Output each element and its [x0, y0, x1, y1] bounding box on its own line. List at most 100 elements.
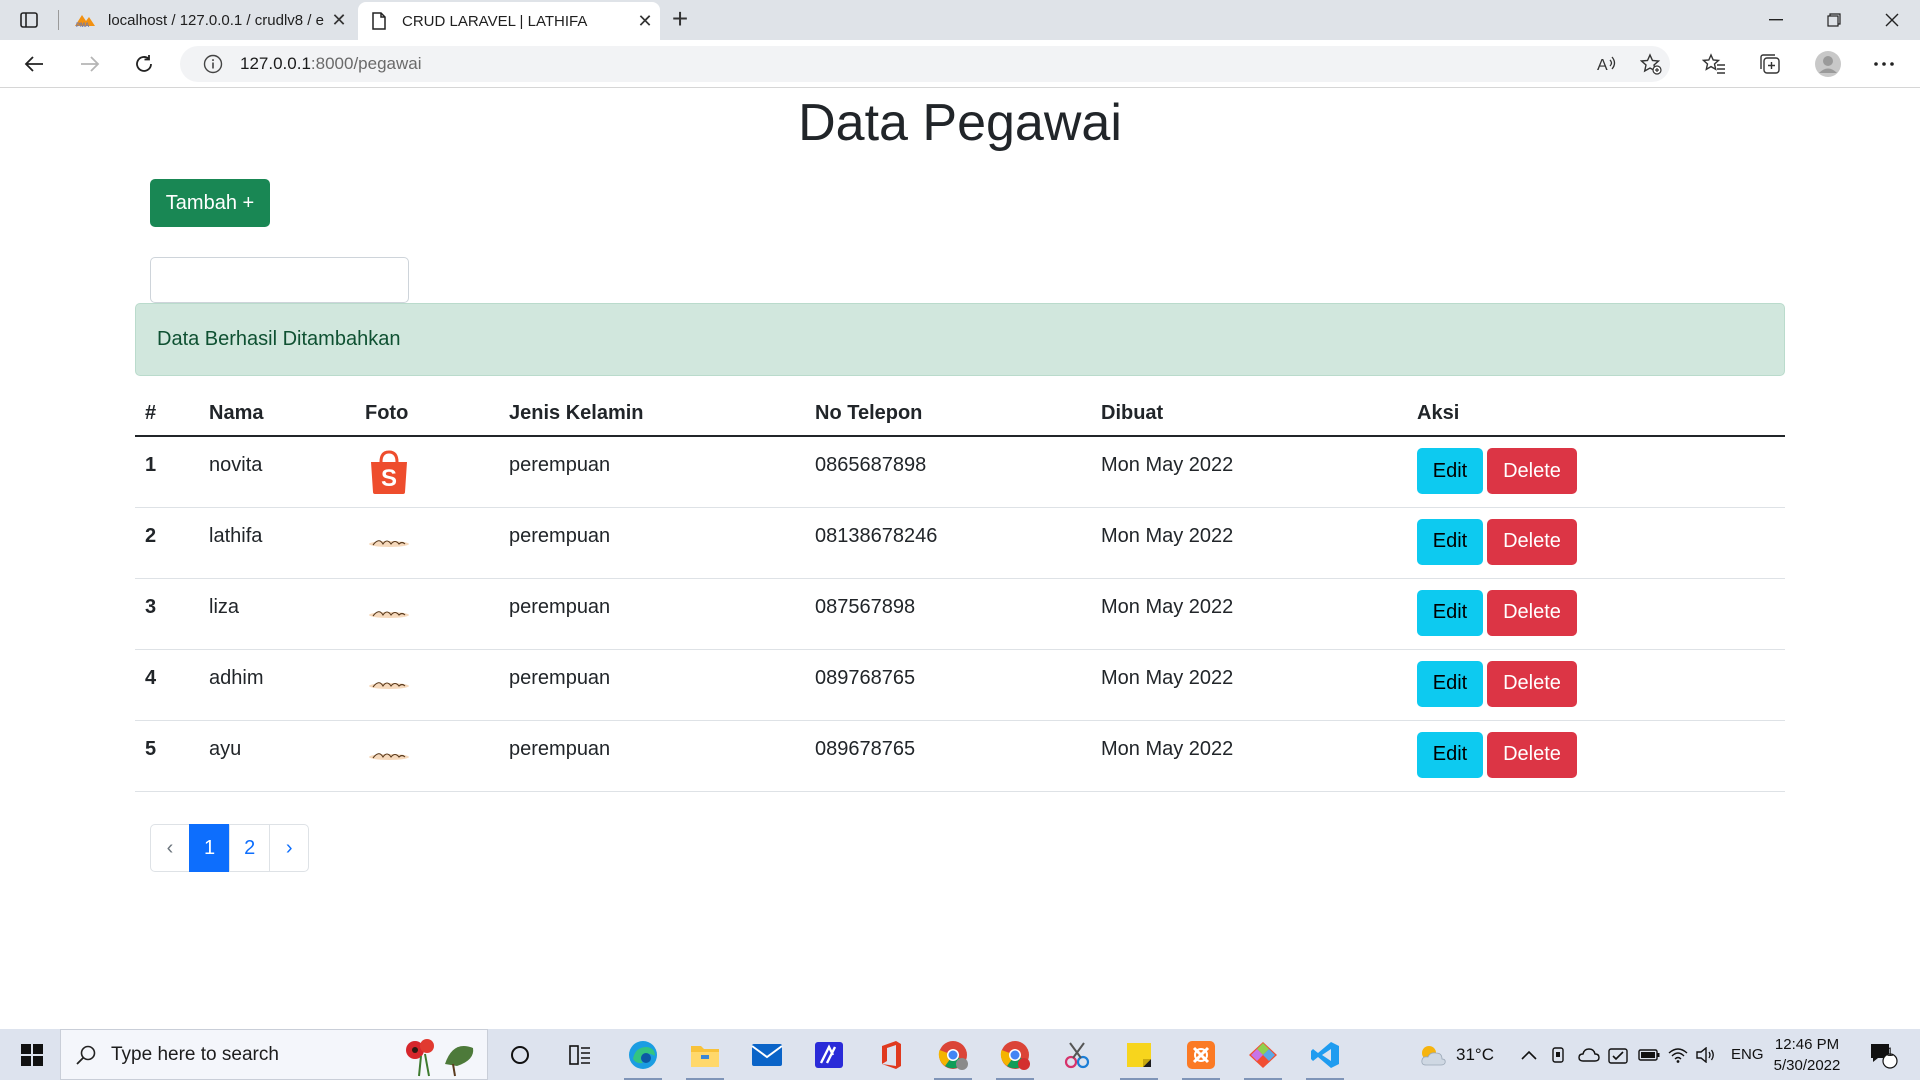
read-aloud-icon[interactable]: A: [1590, 46, 1624, 82]
add-favorite-icon[interactable]: [1634, 46, 1668, 82]
snipping-tool-icon[interactable]: [1052, 1033, 1102, 1077]
search-highlight-icon: [406, 1039, 474, 1077]
site-info-icon[interactable]: [202, 53, 224, 75]
pagination: ‹ 1 2 ›: [150, 824, 310, 872]
header-nama: Nama: [199, 389, 355, 437]
signature-image: [365, 519, 413, 567]
xampp-icon[interactable]: [1176, 1033, 1226, 1080]
chrome-icon[interactable]: [990, 1033, 1040, 1080]
more-menu-icon[interactable]: [1864, 48, 1904, 80]
edit-button[interactable]: Edit: [1417, 518, 1483, 565]
volume-icon[interactable]: [1696, 1029, 1716, 1080]
shopping-bag-image: S: [365, 448, 413, 496]
taskbar-search-box[interactable]: Type here to search: [60, 1029, 488, 1080]
url-path: :8000/pegawai: [310, 54, 422, 73]
security-icon[interactable]: [1608, 1029, 1628, 1080]
row-nama: ayu: [199, 720, 355, 792]
minimize-icon[interactable]: [1748, 0, 1804, 40]
row-number: 4: [135, 649, 199, 721]
sticky-notes-icon[interactable]: [1114, 1033, 1164, 1080]
edit-button[interactable]: Edit: [1417, 660, 1483, 707]
task-view-circle-icon[interactable]: [495, 1033, 545, 1077]
language-indicator[interactable]: ENG: [1731, 1029, 1764, 1080]
pagination-prev[interactable]: ‹: [150, 824, 190, 872]
search-input[interactable]: [150, 257, 409, 303]
browser-toolbar: 127.0.0.1:8000/pegawai A: [0, 40, 1920, 88]
notification-center-icon[interactable]: 1: [1868, 1029, 1898, 1080]
collections-icon[interactable]: [1750, 48, 1790, 80]
table-row: 1 novita S perempuan 0865687898 Mon May …: [135, 436, 1785, 508]
mail-icon[interactable]: [742, 1033, 792, 1077]
arc-app-icon[interactable]: [804, 1033, 854, 1077]
delete-button[interactable]: Delete: [1487, 518, 1577, 565]
pagination-page-1[interactable]: 1: [189, 824, 231, 872]
show-hidden-icons[interactable]: [1520, 1029, 1538, 1080]
office-icon[interactable]: [866, 1033, 916, 1077]
row-jenis-kelamin: perempuan: [499, 578, 805, 650]
tab-phpmyadmin[interactable]: PMA localhost / 127.0.0.1 / crudlv8 / e …: [64, 0, 354, 40]
vscode-icon[interactable]: [1300, 1033, 1350, 1080]
delete-button[interactable]: Delete: [1487, 660, 1577, 707]
windows-taskbar: Type here to search 31°C ENG 12:46 PM 5/…: [0, 1029, 1920, 1080]
tab-close-icon[interactable]: ✕: [630, 11, 660, 32]
windows-start-icon[interactable]: [10, 1037, 54, 1073]
pagination-page-2[interactable]: 2: [229, 824, 271, 872]
row-jenis-kelamin: perempuan: [499, 649, 805, 721]
row-jenis-kelamin: perempuan: [499, 507, 805, 579]
signature-image: [365, 661, 413, 709]
delete-button[interactable]: Delete: [1487, 448, 1577, 494]
edge-browser-icon[interactable]: [618, 1033, 668, 1080]
battery-icon[interactable]: [1638, 1029, 1660, 1080]
tambah-button[interactable]: Tambah +: [150, 179, 270, 227]
favorites-icon[interactable]: [1694, 48, 1734, 80]
row-dibuat: Mon May 2022: [1091, 649, 1407, 721]
wifi-icon[interactable]: [1668, 1029, 1688, 1080]
clock[interactable]: 12:46 PM 5/30/2022: [1760, 1034, 1854, 1076]
row-number: 5: [135, 720, 199, 792]
meet-now-icon[interactable]: [1550, 1029, 1568, 1080]
row-foto: [355, 507, 499, 579]
delete-button[interactable]: Delete: [1487, 589, 1577, 636]
header-jenis-kelamin: Jenis Kelamin: [499, 389, 805, 437]
tab-close-icon[interactable]: ✕: [324, 10, 354, 31]
widgets-icon[interactable]: [555, 1033, 605, 1077]
edit-button[interactable]: Edit: [1417, 589, 1483, 636]
row-dibuat: Mon May 2022: [1091, 720, 1407, 792]
row-aksi: Edit Delete: [1407, 436, 1785, 508]
page-content: Data Pegawai Tambah + Data Berhasil Dita…: [0, 89, 1920, 1029]
forward-icon[interactable]: [72, 48, 108, 80]
address-bar[interactable]: 127.0.0.1:8000/pegawai A: [180, 46, 1670, 82]
tab-actions-icon[interactable]: [16, 8, 42, 32]
new-tab-button[interactable]: +: [664, 4, 696, 36]
onedrive-icon[interactable]: [1578, 1029, 1600, 1080]
table-header-row: # Nama Foto Jenis Kelamin No Telepon Dib…: [135, 389, 1785, 437]
url-text: 127.0.0.1:8000/pegawai: [240, 54, 422, 74]
browser-tab-bar: PMA localhost / 127.0.0.1 / crudlv8 / e …: [0, 0, 1920, 40]
window-close-icon[interactable]: [1864, 0, 1920, 40]
pagination-next[interactable]: ›: [269, 824, 310, 872]
restore-icon[interactable]: [1806, 0, 1862, 40]
weather-widget[interactable]: 31°C: [1418, 1029, 1494, 1080]
row-number: 3: [135, 578, 199, 650]
refresh-icon[interactable]: [126, 48, 162, 80]
table-row: 5 ayu perempuan 089678765 Mon May 2022 E…: [135, 720, 1785, 792]
back-icon[interactable]: [16, 48, 52, 80]
chrome-profile-icon[interactable]: [928, 1033, 978, 1080]
delete-button[interactable]: Delete: [1487, 731, 1577, 778]
signature-image: [365, 732, 413, 780]
row-dibuat: Mon May 2022: [1091, 578, 1407, 650]
chevron-up-icon: [1521, 1050, 1537, 1060]
file-explorer-icon[interactable]: [680, 1033, 730, 1080]
edit-button[interactable]: Edit: [1417, 448, 1483, 494]
row-aksi: Edit Delete: [1407, 507, 1785, 579]
row-foto: [355, 578, 499, 650]
row-dibuat: Mon May 2022: [1091, 507, 1407, 579]
git-gui-icon[interactable]: [1238, 1033, 1288, 1080]
edit-button[interactable]: Edit: [1417, 731, 1483, 778]
profile-avatar-icon[interactable]: [1808, 48, 1848, 80]
row-jenis-kelamin: perempuan: [499, 720, 805, 792]
tab-crud-laravel[interactable]: CRUD LARAVEL | LATHIFA ✕: [358, 2, 660, 40]
signature-image: [365, 590, 413, 638]
row-telepon: 0865687898: [805, 436, 1091, 508]
url-host: 127.0.0.1: [240, 54, 311, 73]
